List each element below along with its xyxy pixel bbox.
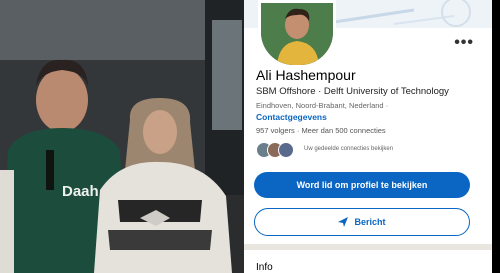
info-section-title: Info [256, 262, 273, 273]
section-divider [244, 244, 492, 250]
send-icon [338, 217, 349, 227]
mutual-avatar [278, 142, 294, 158]
profile-headline: SBM Offshore · Delft University of Techn… [256, 86, 449, 97]
mutual-connections[interactable]: Uw gedeelde connecties bekijken [256, 142, 486, 158]
avatar-image [261, 3, 333, 65]
linkedin-profile-card: ••• Ali Hashempour SBM Offshore · Delft … [244, 0, 492, 273]
shirt-text: Daah [62, 183, 99, 200]
contact-info-link[interactable]: Contactgegevens [256, 112, 327, 122]
join-to-view-profile-button[interactable]: Word lid om profiel te bekijken [254, 172, 470, 198]
mutual-connections-label: Uw gedeelde connecties bekijken [304, 146, 394, 152]
profile-location: Eindhoven, Noord-Brabant, Nederland · [256, 101, 389, 110]
avatar[interactable] [258, 0, 336, 68]
more-options-icon[interactable]: ••• [454, 34, 474, 52]
event-photo: Daah [0, 0, 244, 273]
screen-edge [492, 0, 500, 273]
event-photo-image: Daah [0, 0, 244, 273]
message-button-label: Bericht [354, 217, 386, 227]
message-button[interactable]: Bericht [254, 208, 470, 236]
profile-stats: 957 volgers · Meer dan 500 connecties [256, 126, 386, 135]
profile-name: Ali Hashempour [256, 67, 356, 83]
